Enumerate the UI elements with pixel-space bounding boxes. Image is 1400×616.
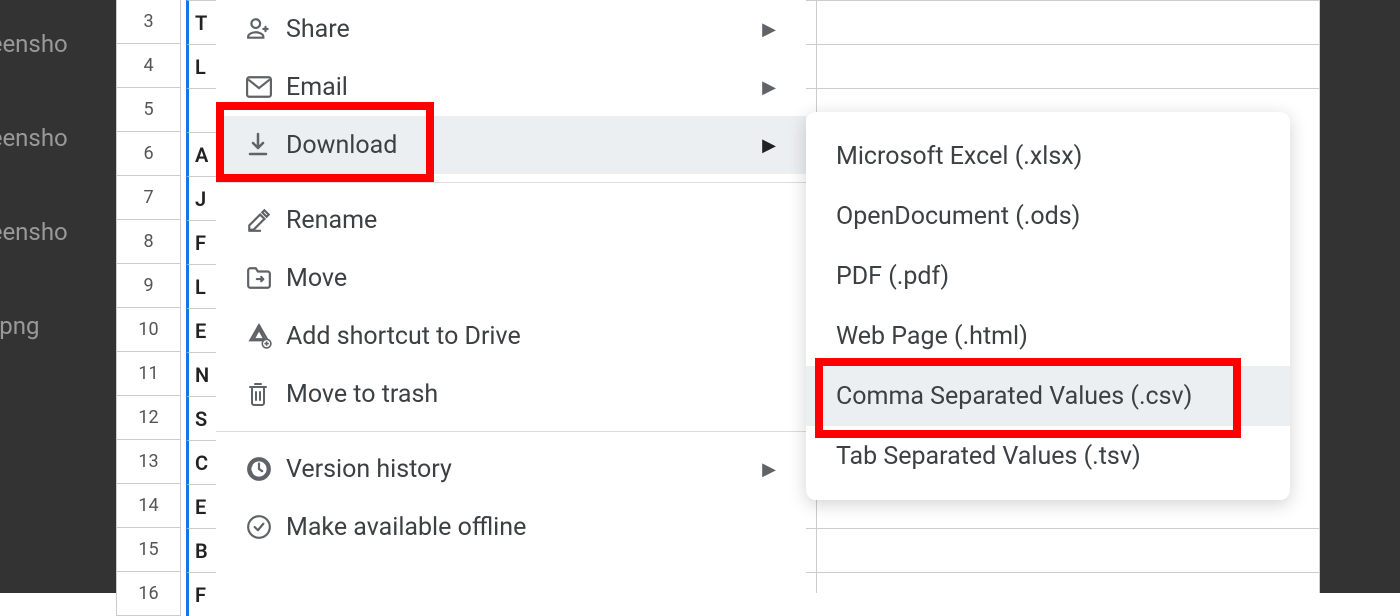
row-header[interactable]: 4 [116,44,181,88]
menu-item-trash[interactable]: Move to trash [216,365,806,423]
submenu-label: Microsoft Excel (.xlsx) [836,142,1082,171]
rename-icon [246,207,286,233]
submenu-arrow-icon: ▶ [762,77,776,98]
row-header[interactable]: 7 [116,176,181,220]
cell[interactable]: C [186,440,216,484]
cell[interactable]: S [186,396,216,440]
backdrop-file-3: Screensho [0,218,68,246]
submenu-item-tsv[interactable]: Tab Separated Values (.tsv) [806,426,1290,486]
menu-item-version-history[interactable]: Version history ▶ [216,440,806,498]
menu-item-download[interactable]: Download ▶ [216,116,806,174]
submenu-arrow-icon: ▶ [762,135,776,156]
drive-shortcut-icon [246,323,286,349]
row-header[interactable]: 3 [116,0,181,44]
spreadsheet-row-headers: 3 4 5 6 7 8 9 10 11 12 13 14 15 16 T L A… [116,0,216,593]
email-icon [246,76,286,98]
row-header[interactable]: 16 [116,572,181,616]
cell[interactable]: F [186,220,216,264]
history-icon [246,456,286,482]
trash-icon [246,381,286,407]
cell[interactable]: T [186,0,216,44]
submenu-label: Web Page (.html) [836,322,1028,351]
row-header[interactable]: 8 [116,220,181,264]
cell[interactable]: E [186,308,216,352]
submenu-arrow-icon: ▶ [762,459,776,480]
move-folder-icon [246,266,286,290]
download-submenu: Microsoft Excel (.xlsx) OpenDocument (.o… [806,112,1290,500]
submenu-label: Tab Separated Values (.tsv) [836,442,1141,471]
row-header[interactable]: 11 [116,352,181,396]
backdrop-file-2: Screensho [0,124,68,152]
submenu-item-csv[interactable]: Comma Separated Values (.csv) [806,366,1290,426]
menu-label: Email [286,73,762,102]
cell[interactable]: F [186,572,216,616]
cell[interactable]: E [186,484,216,528]
menu-label: Rename [286,206,776,235]
modal-backdrop-right [1320,0,1400,593]
menu-item-email[interactable]: Email ▶ [216,58,806,116]
download-icon [246,132,286,158]
cell[interactable]: L [186,44,216,88]
cell[interactable]: N [186,352,216,396]
row-header[interactable]: 5 [116,88,181,132]
submenu-item-html[interactable]: Web Page (.html) [806,306,1290,366]
menu-item-move[interactable]: Move [216,249,806,307]
cell[interactable]: B [186,528,216,572]
submenu-item-xlsx[interactable]: Microsoft Excel (.xlsx) [806,126,1290,186]
menu-item-add-shortcut[interactable]: Add shortcut to Drive [216,307,806,365]
backdrop-file-1: Screensho [0,30,68,58]
file-menu: Share ▶ Email ▶ Download ▶ Rename Move A… [216,0,806,562]
menu-label: Move [286,264,776,293]
menu-item-rename[interactable]: Rename [216,191,806,249]
menu-divider [216,431,806,432]
modal-backdrop-left: Screensho Screensho Screensho inal.png [0,0,116,593]
submenu-label: PDF (.pdf) [836,262,949,291]
menu-label: Move to trash [286,380,776,409]
cell[interactable]: A [186,132,216,176]
menu-label: Download [286,131,762,160]
row-header[interactable]: 13 [116,440,181,484]
backdrop-file-4: inal.png [0,312,40,340]
offline-icon [246,514,286,540]
menu-item-offline[interactable]: Make available offline [216,498,806,556]
cell[interactable]: L [186,264,216,308]
row-header[interactable]: 12 [116,396,181,440]
share-icon [246,16,286,42]
menu-label: Make available offline [286,513,776,542]
row-header[interactable]: 6 [116,132,181,176]
menu-divider [216,182,806,183]
menu-label: Add shortcut to Drive [286,322,776,351]
menu-item-share[interactable]: Share ▶ [216,0,806,58]
submenu-label: OpenDocument (.ods) [836,202,1080,231]
row-header[interactable]: 14 [116,484,181,528]
cell[interactable]: J [186,176,216,220]
menu-label: Version history [286,455,762,484]
row-header[interactable]: 10 [116,308,181,352]
submenu-item-pdf[interactable]: PDF (.pdf) [806,246,1290,306]
menu-label: Share [286,15,762,44]
row-header[interactable]: 15 [116,528,181,572]
row-header[interactable]: 9 [116,264,181,308]
submenu-label: Comma Separated Values (.csv) [836,382,1192,411]
cell[interactable] [186,88,216,132]
submenu-arrow-icon: ▶ [762,19,776,40]
submenu-item-ods[interactable]: OpenDocument (.ods) [806,186,1290,246]
